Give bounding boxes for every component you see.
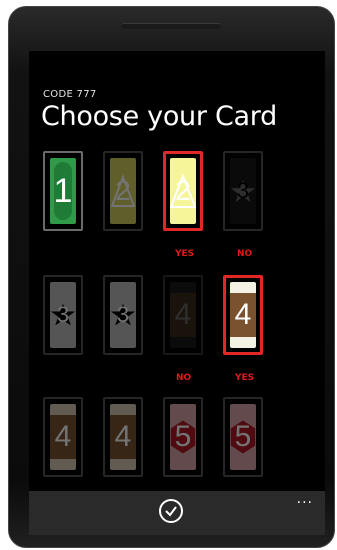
card-face: 2: [110, 158, 136, 224]
card-label: 3: [116, 302, 130, 327]
card-label: 5: [234, 420, 252, 453]
page-title: Choose your Card: [41, 101, 277, 132]
card-label: 4: [54, 420, 72, 453]
card-label: 5: [174, 420, 192, 453]
card-5a[interactable]: 5: [163, 397, 203, 477]
card-face: 4: [230, 282, 256, 348]
card-face: 5: [230, 404, 256, 470]
card-2a[interactable]: 2: [103, 151, 143, 231]
card-face: 3: [50, 282, 76, 348]
screen: CODE 777 Choose your Card 1 2 2 YES 3 NO…: [29, 51, 325, 535]
phone-frame: CODE 777 Choose your Card 1 2 2 YES 3 NO…: [8, 6, 335, 548]
card-label: 1: [53, 172, 73, 210]
card-face: 2: [170, 158, 196, 224]
card-label: 4: [114, 420, 132, 453]
card-face: 3: [230, 158, 256, 224]
checkmark-icon: [165, 506, 177, 517]
card-4d[interactable]: 4: [103, 397, 143, 477]
no-label: NO: [237, 249, 253, 259]
more-button[interactable]: ...: [297, 491, 313, 507]
card-3c[interactable]: 3: [103, 275, 143, 355]
card-face: 3: [110, 282, 136, 348]
card-label: 4: [174, 298, 192, 331]
card-5b[interactable]: 5: [223, 397, 263, 477]
yes-label: YES: [235, 373, 255, 383]
card-face: 4: [170, 282, 196, 348]
speaker-grille: [121, 23, 221, 29]
card-4b[interactable]: 4: [223, 275, 263, 355]
card-label: 2: [175, 175, 191, 206]
card-face: 1: [50, 158, 76, 224]
app-bar: ...: [29, 491, 325, 535]
card-4c[interactable]: 4: [43, 397, 83, 477]
card-1[interactable]: 1: [43, 151, 83, 231]
card-label: 4: [234, 298, 252, 331]
card-2b[interactable]: 2: [163, 151, 203, 231]
app-name: CODE 777: [43, 89, 97, 100]
card-3a[interactable]: 3: [223, 151, 263, 231]
yes-label: YES: [175, 249, 195, 259]
card-label: 3: [236, 178, 250, 203]
card-4a[interactable]: 4: [163, 275, 203, 355]
card-face: 5: [170, 404, 196, 470]
card-face: 4: [50, 404, 76, 470]
card-label: 2: [115, 175, 131, 206]
no-label: NO: [176, 373, 192, 383]
card-3b[interactable]: 3: [43, 275, 83, 355]
card-label: 3: [56, 302, 70, 327]
card-face: 4: [110, 404, 136, 470]
check-circle-icon[interactable]: [159, 499, 183, 523]
